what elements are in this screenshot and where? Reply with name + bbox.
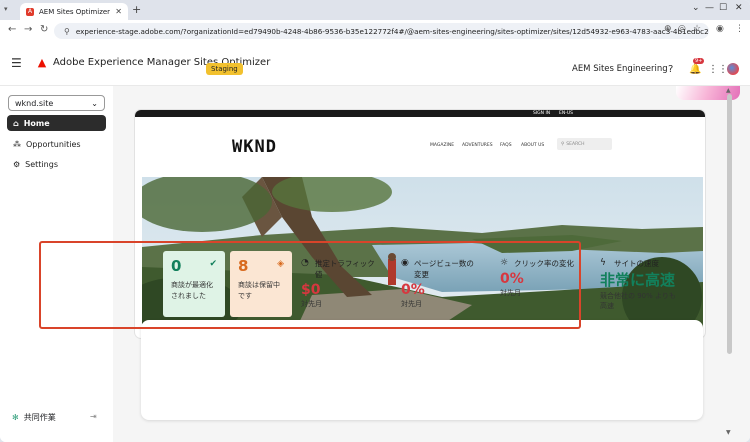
site-select[interactable]: wknd.site ⌄ bbox=[8, 95, 105, 111]
optimized-tile[interactable]: 0 商談が最適化されました ✔ bbox=[163, 251, 225, 317]
sidebar-item-label: Settings bbox=[25, 159, 58, 169]
ctr-label: クリック率の変化 bbox=[514, 259, 574, 268]
back-icon[interactable]: ← bbox=[8, 24, 16, 35]
home-icon: ⌂ bbox=[13, 118, 19, 128]
metrics-card bbox=[141, 320, 703, 420]
browser-window: ▾ A AEM Sites Optimizer | Adobe E ✕ + ⌄ … bbox=[0, 0, 750, 442]
url-text: experience-stage.adobe.com/?organization… bbox=[75, 26, 709, 36]
scroll-up-icon[interactable]: ▲ bbox=[726, 87, 731, 94]
optimized-label: 商談が最適化されました bbox=[171, 281, 213, 300]
help-icon[interactable]: ? bbox=[668, 64, 673, 75]
traffic-value: $0 bbox=[301, 282, 321, 298]
pageviews-sub: 対先月 bbox=[401, 300, 422, 308]
preview-search-placeholder: SEARCH bbox=[566, 141, 585, 147]
scroll-down-icon[interactable]: ▼ bbox=[726, 429, 731, 436]
traffic-metric: ◔ 推定トラフィック値 $0 対先月 bbox=[301, 258, 381, 309]
preview-nav-item: MAGAZINE bbox=[430, 143, 455, 148]
traffic-icon: ◔ bbox=[301, 258, 309, 268]
preview-lang: EN-US bbox=[559, 111, 573, 116]
search-icon: ⚲ bbox=[561, 141, 565, 147]
eye-icon: ◉ bbox=[401, 258, 409, 268]
preview-nav-item: ADVENTURES bbox=[462, 143, 493, 148]
collaboration-icon: ✻ bbox=[12, 413, 19, 422]
new-tab-icon[interactable]: + bbox=[132, 3, 141, 16]
preview-signin: SIGN IN bbox=[533, 111, 551, 116]
preview-nav-item: FAQS bbox=[500, 143, 512, 148]
address-bar: ← → ↻ ⚲ experience-stage.adobe.com/?orga… bbox=[0, 20, 750, 43]
speed-label: サイトの速度 bbox=[614, 259, 659, 268]
collapse-sidebar-icon[interactable]: ⇥ bbox=[90, 412, 97, 421]
pending-tile[interactable]: 8 商談は保留中です ◈ bbox=[230, 251, 292, 317]
preview-search: ⚲ SEARCH bbox=[557, 138, 612, 150]
pending-label: 商談は保留中です bbox=[238, 281, 280, 300]
pageviews-value: 0% bbox=[401, 282, 425, 298]
checkmark-circle-icon: ✔ bbox=[209, 259, 217, 269]
gear-icon: ⚙ bbox=[13, 159, 21, 169]
env-badge: Staging bbox=[206, 63, 243, 75]
tab-title: AEM Sites Optimizer | Adobe E bbox=[39, 7, 111, 16]
click-icon: ☼ bbox=[500, 258, 509, 268]
browser-tab[interactable]: A AEM Sites Optimizer | Adobe E ✕ bbox=[20, 3, 128, 20]
adobe-favicon-icon: A bbox=[26, 7, 34, 16]
chevron-down-icon: ⌄ bbox=[91, 98, 98, 108]
org-name[interactable]: AEM Sites Engineering bbox=[572, 64, 668, 74]
opportunities-icon: ⁂ bbox=[13, 139, 21, 149]
scrollbar-thumb[interactable] bbox=[727, 94, 732, 354]
minimize-icon[interactable]: — bbox=[705, 3, 714, 13]
notification-count-badge: 9+ bbox=[693, 58, 705, 64]
browser-menu-icon[interactable]: ⋮ bbox=[735, 24, 744, 34]
sidebar-item-settings[interactable]: ⚙ Settings bbox=[7, 156, 106, 172]
traffic-sub: 対先月 bbox=[301, 300, 322, 308]
app-switcher-icon[interactable]: ⋮⋮ bbox=[708, 64, 728, 75]
sidebar-item-label: Opportunities bbox=[26, 139, 81, 149]
zoom-icon[interactable]: ⊕ bbox=[664, 24, 672, 34]
profile-icon[interactable]: ◉ bbox=[716, 24, 724, 34]
sidebar-item-label: Home bbox=[23, 118, 50, 128]
forward-icon[interactable]: → bbox=[24, 24, 32, 35]
reload-icon[interactable]: ↻ bbox=[40, 24, 48, 35]
preview-top-strip: SIGN IN EN-US bbox=[135, 110, 705, 117]
pageviews-metric: ◉ ページビュー数の変更 0% 対先月 bbox=[401, 258, 481, 309]
maximize-icon[interactable]: ☐ bbox=[719, 3, 727, 13]
ctr-sub: 対先月 bbox=[500, 289, 521, 297]
hamburger-menu-icon[interactable]: ☰ bbox=[11, 56, 22, 70]
lightning-icon: ϟ bbox=[600, 258, 606, 268]
alert-diamond-icon: ◈ bbox=[277, 259, 284, 269]
eye-off-icon[interactable]: ◎ bbox=[678, 24, 686, 34]
bookmark-star-icon[interactable]: ☆ bbox=[693, 24, 701, 34]
tab-strip: ▾ A AEM Sites Optimizer | Adobe E ✕ + ⌄ … bbox=[0, 0, 750, 20]
tab-search-icon[interactable]: ▾ bbox=[4, 5, 8, 13]
app-header: ☰ ▲ Adobe Experience Manager Sites Optim… bbox=[0, 42, 750, 86]
tab-close-icon[interactable]: ✕ bbox=[115, 7, 122, 16]
chevron-down-icon[interactable]: ⌄ bbox=[692, 3, 700, 13]
collaboration-label: 共同作業 bbox=[23, 413, 56, 422]
site-select-value: wknd.site bbox=[15, 98, 54, 108]
bell-icon[interactable]: 🔔 bbox=[689, 64, 701, 75]
traffic-label: 推定トラフィック値 bbox=[314, 259, 375, 279]
adobe-logo-icon: ▲ bbox=[36, 55, 48, 69]
sidebar-item-opportunities[interactable]: ⁂ Opportunities bbox=[7, 136, 106, 152]
speed-metric: ϟ サイトの速度 非常に高速 競合他社の 90% よりも高速 bbox=[600, 258, 678, 311]
wknd-logo: WKND bbox=[232, 137, 277, 157]
url-field[interactable]: ⚲ experience-stage.adobe.com/?organizati… bbox=[54, 23, 709, 39]
close-window-icon[interactable]: ✕ bbox=[735, 3, 743, 13]
speed-value: 非常に高速 bbox=[600, 271, 676, 289]
ctr-value: 0% bbox=[500, 271, 524, 287]
site-info-icon[interactable]: ⚲ bbox=[64, 27, 70, 36]
avatar[interactable] bbox=[727, 63, 739, 75]
ctr-metric: ☼ クリック率の変化 0% 対先月 bbox=[500, 258, 588, 298]
speed-sub: 競合他社の 90% よりも高速 bbox=[600, 292, 676, 310]
sidebar-item-home[interactable]: ⌂ Home bbox=[7, 115, 106, 131]
collaboration-button[interactable]: ✻ 共同作業 bbox=[12, 412, 56, 423]
preview-nav-item: ABOUT US bbox=[521, 143, 545, 148]
pageviews-label: ページビュー数の変更 bbox=[414, 259, 474, 279]
